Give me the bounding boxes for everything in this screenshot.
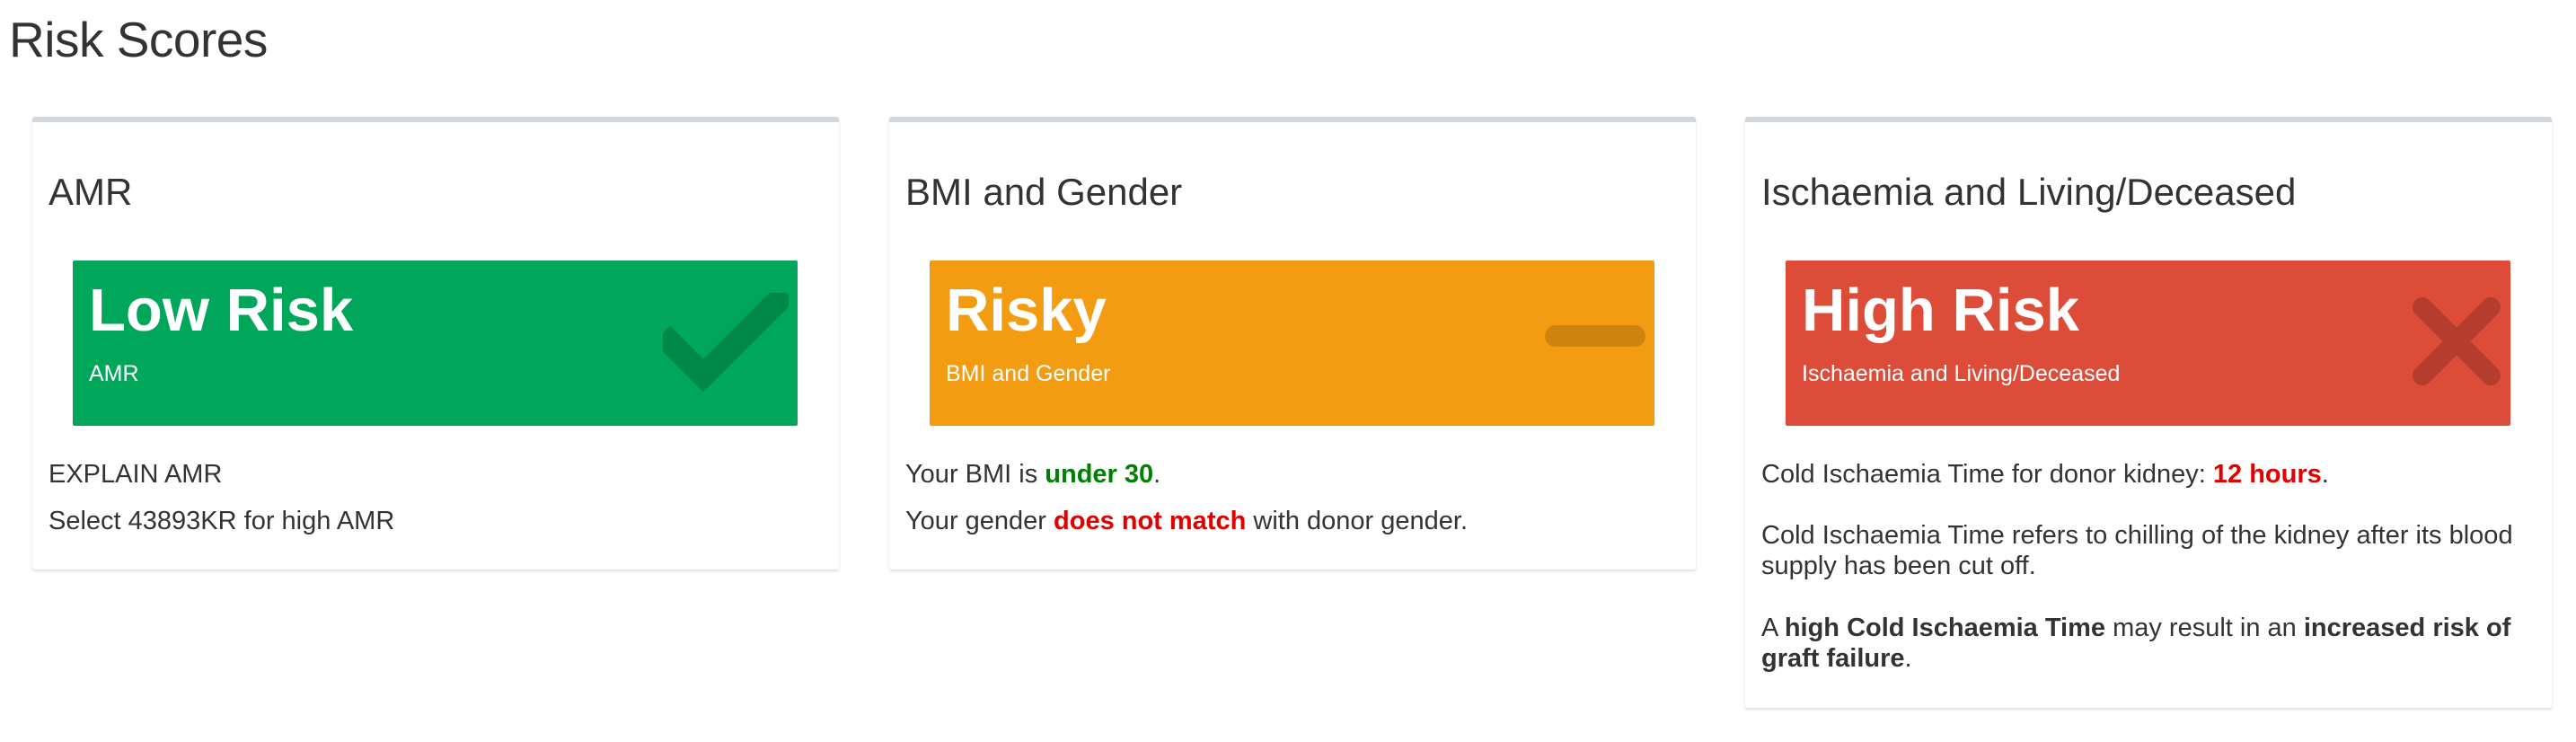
- amr-risk-card: AMR Low Risk AMR EXPLAIN AMR Select 4389…: [32, 117, 839, 570]
- risk-category: Ischaemia and Living/Deceased: [1802, 361, 2121, 386]
- page-title: Risk Scores: [9, 12, 268, 67]
- times-icon: [2410, 295, 2503, 393]
- definition-text: Cold Ischaemia Time refers to chilling o…: [1761, 521, 2513, 581]
- bmi-gender-risk-card: BMI and Gender Risky BMI and Gender Your…: [889, 117, 1696, 570]
- gender-match-value: does not match: [1054, 506, 1247, 535]
- minus-icon: [1543, 323, 1647, 355]
- card-body: Cold Ischaemia Time for donor kidney: 12…: [1761, 459, 2536, 689]
- gender-statement: Your gender does not match with donor ge…: [905, 506, 1468, 535]
- risk-status-banner: High Risk Ischaemia and Living/Deceased: [1786, 261, 2510, 426]
- check-icon: [653, 284, 795, 396]
- card-body: EXPLAIN AMR Select 43893KR for high AMR: [49, 459, 823, 552]
- card-title: BMI and Gender: [905, 171, 1183, 213]
- cold-ischaemia-time-value: 12 hours: [2212, 460, 2322, 489]
- hint-text: Select 43893KR for high AMR: [49, 506, 395, 535]
- explanation-text: EXPLAIN AMR: [49, 460, 223, 489]
- ischaemia-risk-card: Ischaemia and Living/Deceased High Risk …: [1745, 117, 2552, 708]
- bmi-statement: Your BMI is under 30.: [905, 460, 1161, 489]
- risk-status-banner: Risky BMI and Gender: [930, 261, 1654, 426]
- risk-category: BMI and Gender: [946, 361, 1111, 386]
- card-body: Your BMI is under 30. Your gender does n…: [905, 459, 1680, 552]
- cold-ischaemia-time-statement: Cold Ischaemia Time for donor kidney: 12…: [1761, 460, 2329, 489]
- risk-level: Risky: [946, 277, 1107, 344]
- risk-level: Low Risk: [89, 277, 354, 344]
- warning-text: A high Cold Ischaemia Time may result in…: [1761, 613, 2511, 673]
- risk-status-banner: Low Risk AMR: [73, 261, 798, 426]
- bmi-value: under 30: [1045, 460, 1154, 489]
- risk-category: AMR: [89, 361, 139, 386]
- risk-level: High Risk: [1802, 277, 2079, 344]
- card-title: AMR: [49, 171, 133, 213]
- card-title: Ischaemia and Living/Deceased: [1761, 171, 2297, 213]
